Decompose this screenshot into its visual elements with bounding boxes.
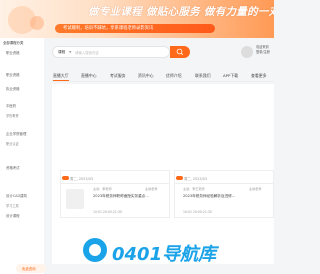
nav-tab-label: 优师介绍 [166, 73, 182, 78]
sidebar-item-label: 职业认证 [6, 142, 19, 146]
sidebar-item[interactable]: 学历教育 [6, 113, 19, 118]
nav-tab-label: 资讯中心 [138, 73, 154, 78]
welcome-text: 欢迎来到 [256, 45, 269, 49]
sidebar-header[interactable]: 全部课程分类 [0, 38, 44, 46]
nav-tab[interactable]: 考试服务 [110, 73, 126, 79]
banner-decoration [30, 16, 44, 30]
watermark-logo-inner [89, 244, 101, 256]
top-banner[interactable]: 做专业课程 做贴心服务 做有力量的一对一 考试顺利，培训不踩坑，享系课程老师录影… [0, 0, 274, 38]
sidebar-item[interactable]: 资格考试 [6, 165, 20, 170]
nav-tab-label: 联系我们 [195, 73, 211, 78]
login-register-text[interactable]: 登录/注册 [256, 50, 270, 55]
sidebar-item[interactable]: 职业资格 [6, 50, 20, 55]
sidebar-item-label: 设计课程 [6, 214, 20, 218]
sidebar-item-label: 中医药 [6, 104, 17, 108]
course-title[interactable]: 2023年税务师职称面授实务重点… [93, 194, 149, 199]
course-time: 10:01 20:00-21:30 [183, 210, 212, 214]
sidebar-item-label: 学习工具 [6, 204, 19, 208]
sidebar-item-label: 执业资格 [6, 87, 20, 91]
search-bar[interactable]: 课程 ▼ 请输入搜索内容 [52, 46, 170, 58]
nav-tab[interactable]: 直播大厅 [53, 73, 69, 79]
banner-pill[interactable]: 考试顺利，培训不踩坑，享系课程老师录影资讯 [55, 24, 215, 33]
nav-tab-label: APP下载 [223, 73, 239, 78]
sidebar-item-label: 设计CAD建筑 [6, 194, 27, 198]
nav-tab[interactable]: 优师介绍 [166, 73, 182, 79]
course-teacher-role: 主讲老师 [249, 187, 262, 191]
nav-tab[interactable]: 资讯中心 [138, 73, 154, 79]
sidebar-item-label: 学历教育 [6, 114, 19, 118]
card-divider [174, 183, 274, 184]
nav-divider [52, 81, 274, 82]
sidebar-item-label: 职业资格 [6, 51, 20, 55]
course-time: 10:01 20:00-21:30 [93, 210, 122, 214]
sidebar-item[interactable]: 设计CAD建筑 [6, 193, 27, 198]
course-thumbnail[interactable] [66, 189, 84, 209]
date-badge [62, 176, 69, 180]
course-teacher: 主讲：李老师 [93, 187, 112, 191]
nav-tab[interactable]: 联系我们 [195, 73, 211, 79]
search-button[interactable] [170, 46, 190, 58]
consult-label[interactable]: 免费咨询 [22, 266, 36, 271]
sidebar-item-label: 资格考试 [6, 166, 20, 170]
sidebar-item[interactable]: 设计课程 [6, 213, 20, 218]
nav-tab-label: 直播大厅 [53, 73, 69, 78]
nav-tab-label: 查看更多 [251, 73, 267, 78]
sidebar-item-label: 企业学院管理 [6, 132, 27, 136]
active-tab-indicator [53, 80, 69, 82]
search-category[interactable]: 课程 [58, 50, 65, 55]
search-icon [176, 48, 184, 56]
sidebar-item[interactable]: 职业资格 [6, 72, 20, 77]
sidebar-header-label: 全部课程分类 [3, 41, 24, 45]
card-divider [60, 183, 170, 184]
sidebar-item[interactable]: 执业资格 [6, 86, 20, 91]
chevron-down-icon[interactable]: ▼ [69, 50, 71, 54]
course-teacher: 主讲：李王老师 [183, 187, 205, 191]
sidebar-item[interactable]: 企业学院管理 [6, 131, 26, 136]
course-teacher-role: 主讲老师 [145, 187, 158, 191]
sidebar-item-label: 职业资格 [6, 73, 20, 77]
course-date: 周二, 2023/03 [184, 177, 208, 181]
nav-tab[interactable]: 直播中心 [81, 73, 97, 79]
nav-tab[interactable]: 查看更多 [251, 73, 267, 79]
search-input[interactable]: 请输入搜索内容 [75, 50, 99, 55]
course-date: 周二, 2023/03 [70, 177, 94, 181]
sidebar-item[interactable]: 学习工具 [6, 203, 19, 208]
sidebar-item[interactable]: 职业认证 [6, 141, 19, 146]
date-badge [176, 176, 183, 180]
sidebar-item[interactable]: 中医药 [6, 103, 16, 108]
nav-tab-label: 直播中心 [81, 73, 97, 78]
watermark-text: 0401导航库 [112, 244, 217, 265]
course-title[interactable]: 2023年税务师经验解析及进修… [183, 194, 235, 199]
nav-tab-label: 考试服务 [110, 73, 126, 78]
avatar[interactable] [241, 46, 253, 58]
banner-title: 做专业课程 做贴心服务 做有力量的一对一 [88, 6, 274, 18]
login-link[interactable]: 欢迎来到 登录/注册 [256, 45, 270, 54]
nav-tab[interactable]: APP下载 [223, 73, 238, 79]
